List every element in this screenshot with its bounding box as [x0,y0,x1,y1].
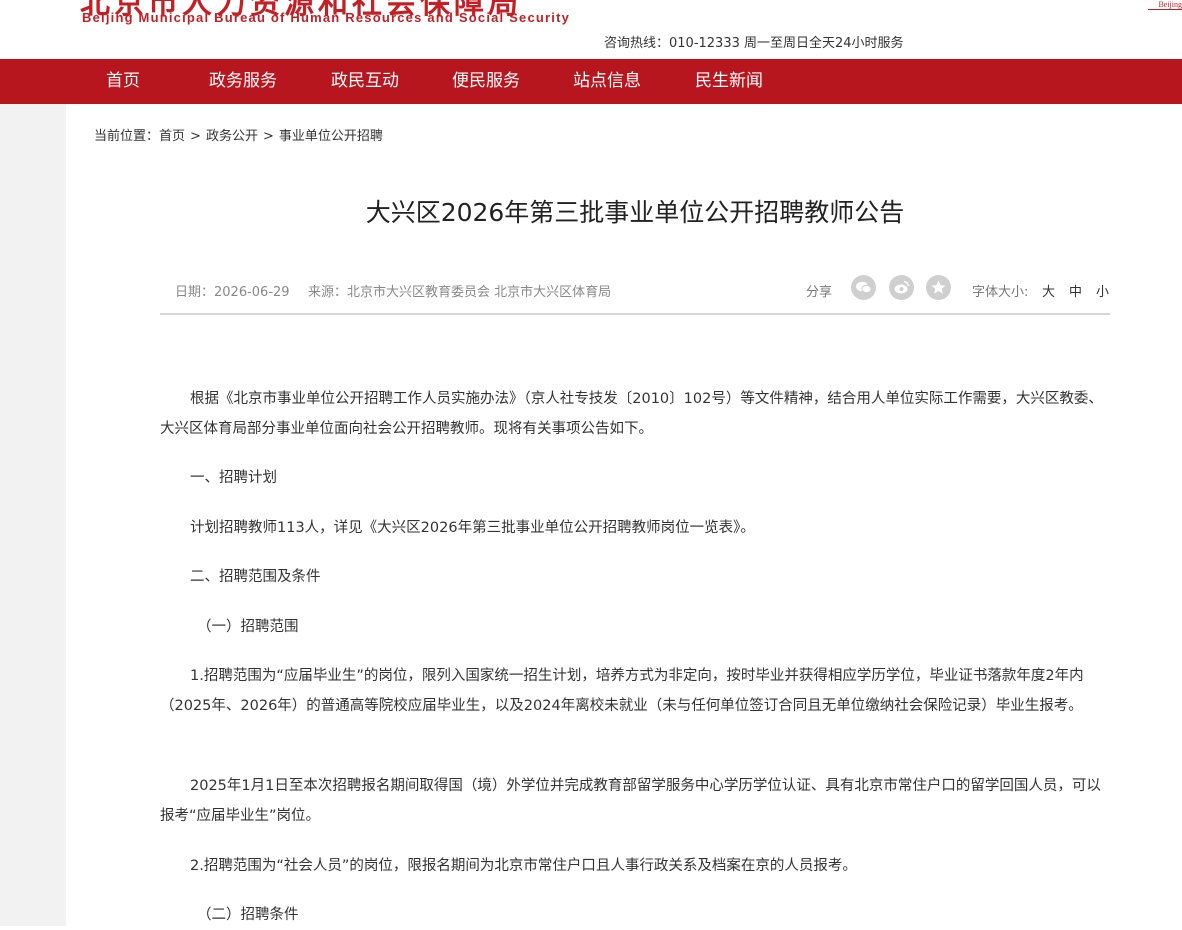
article-source: 来源：北京市大兴区教育委员会 北京市大兴区体育局 [308,285,612,300]
star-icon[interactable] [926,275,951,300]
article-meta: 日期：2026-06-29 来源：北京市大兴区教育委员会 北京市大兴区体育局 分… [160,275,1110,302]
subsection-heading: （一）招聘范围 [197,619,299,635]
font-size-medium-button[interactable]: 中 [1069,281,1082,300]
nav-item-public-interaction[interactable]: 政民互动 [331,59,399,104]
section-heading: 二、招聘范围及条件 [190,569,321,585]
weibo-icon[interactable] [889,275,914,300]
font-size-small-button[interactable]: 小 [1096,281,1109,300]
site-header: 北京市人力资源和社会保障局 Beijing Municipal Bureau o… [0,0,1182,59]
article-paragraph: 1.招聘范围为“应届毕业生”的岗位，限列入国家统一招生计划，培养方式为非定向，按… [160,668,1084,714]
hotline-text: 咨询热线：010-12333 周一至周日全天24小时服务 [604,36,904,51]
breadcrumb-separator: > [262,129,274,144]
article-title: 大兴区2026年第三批事业单位公开招聘教师公告 [365,198,905,227]
nav-item-convenience-services[interactable]: 便民服务 [452,59,520,104]
breadcrumb: 当前位置：首页 > 政务公开 > 事业单位公开招聘 [94,125,383,144]
meta-divider [160,313,1110,315]
breadcrumb-separator: > [190,129,201,144]
share-label: 分享 [806,285,833,300]
main-nav: 首页 政务服务 政民互动 便民服务 站点信息 民生新闻 [0,59,1182,104]
article-paragraph: 根据《北京市事业单位公开招聘工作人员实施办法》（京人社专技发〔2010〕102号… [160,391,1103,437]
breadcrumb-item-government-affairs[interactable]: 政务公开 [206,125,258,144]
article-paragraph: 2.招聘范围为“社会人员”的岗位，限报名期间为北京市常住户口且人事行政关系及档案… [190,858,857,874]
nav-item-government-services[interactable]: 政务服务 [209,59,277,104]
article-date: 日期：2026-06-29 [175,285,290,300]
font-size-label: 字体大小: [972,285,1029,300]
nav-item-home[interactable]: 首页 [106,59,140,104]
left-gutter [0,104,66,926]
breadcrumb-item-recruitment[interactable]: 事业单位公开招聘 [279,125,383,144]
corner-emblem: Beijing [1148,0,1182,10]
breadcrumb-item-home[interactable]: 首页 [159,125,185,144]
site-logo-english[interactable]: Beijing Municipal Bureau of Human Resour… [82,10,570,25]
article-paragraph: 计划招聘教师113人，详见《大兴区2026年第三批事业单位公开招聘教师岗位一览表… [190,520,755,536]
nav-item-site-info[interactable]: 站点信息 [573,59,641,104]
article-paragraph: 2025年1月1日至本次招聘报名期间取得国（境）外学位并完成教育部留学服务中心学… [160,778,1101,824]
breadcrumb-prefix: 当前位置： [94,129,160,144]
section-heading: 一、招聘计划 [190,470,277,486]
wechat-icon[interactable] [851,275,876,300]
nav-item-livelihood-news[interactable]: 民生新闻 [695,59,763,104]
font-size-large-button[interactable]: 大 [1042,281,1055,300]
